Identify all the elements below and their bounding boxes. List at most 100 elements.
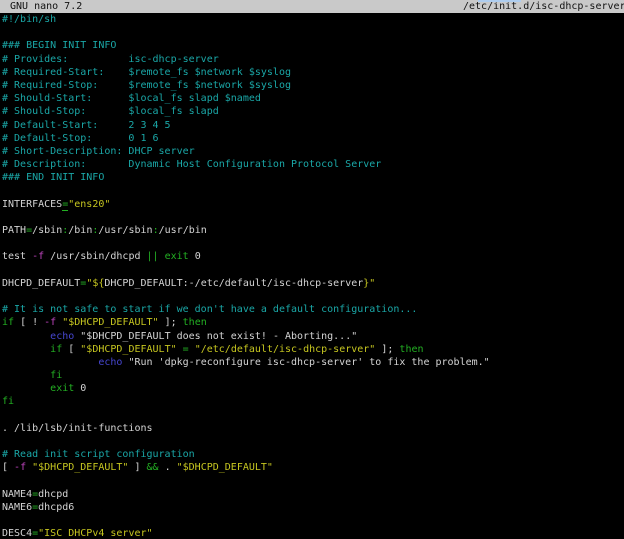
editor-line[interactable]: fi [2,395,624,408]
code-segment: "ens20" [68,199,110,210]
code-segment: fi [50,370,62,381]
code-segment: "$DHCPD_DEFAULT" [80,344,176,355]
editor-line[interactable]: # Should-Start: $local_fs slapd $named [2,92,624,105]
code-segment: ### END INIT INFO [2,172,104,183]
code-segment: /bin [68,225,92,236]
code-segment: "${ [86,278,104,289]
code-segment: || [147,251,159,262]
editor-line[interactable]: # Read init script configuration [2,448,624,461]
editor-line[interactable]: fi [2,369,624,382]
code-segment: # It is not safe to start if we don't ha… [2,304,417,315]
code-segment: # Required-Stop: $remote_fs $network $sy… [2,80,291,91]
code-segment: "Run 'dpkg-reconfigure isc-dhcp-server' … [122,357,489,368]
code-segment: "$DHCPD_DEFAULT" [32,462,128,473]
editor-line[interactable]: INTERFACES="ens20" [2,198,624,211]
code-segment: fi [2,396,14,407]
editor-line[interactable] [2,475,624,488]
code-segment: INTERFACES [2,199,62,210]
editor-line[interactable]: [ -f "$DHCPD_DEFAULT" ] && . "$DHCPD_DEF… [2,461,624,474]
editor-line[interactable]: ### BEGIN INIT INFO [2,39,624,52]
code-segment: /usr/bin [159,225,207,236]
editor-area[interactable]: #!/bin/sh ### BEGIN INIT INFO # Provides: … [0,13,624,539]
code-segment: -f [44,317,56,328]
code-segment: DESC4 [2,528,32,539]
editor-line[interactable]: # Required-Stop: $remote_fs $network $sy… [2,79,624,92]
code-segment: "ISC DHCPv4 server" [38,528,152,539]
code-segment: 0 [74,383,86,394]
code-segment: exit [165,251,189,262]
code-segment: # Required-Start: $remote_fs $network $s… [2,67,291,78]
code-segment: ]; [375,344,399,355]
nano-terminal: GNU nano 7.2 /etc/init.d/isc-dhcp-server… [0,0,624,539]
editor-line[interactable] [2,514,624,527]
editor-line[interactable]: # Should-Stop: $local_fs slapd [2,105,624,118]
editor-line[interactable] [2,237,624,250]
nano-version-label: GNU nano 7.2 [10,0,82,13]
code-segment: echo [98,357,122,368]
editor-line[interactable]: DHCPD_DEFAULT="${DHCPD_DEFAULT:-/etc/def… [2,277,624,290]
code-segment: # Provides: isc-dhcp-server [2,54,219,65]
code-segment: "/etc/default/isc-dhcp-server" [195,344,376,355]
editor-line[interactable]: echo "$DHCPD_DEFAULT does not exist! - A… [2,330,624,343]
code-segment: /usr/sbin [98,225,152,236]
editor-line[interactable]: # Default-Stop: 0 1 6 [2,132,624,145]
code-segment: /sbin [32,225,62,236]
code-segment: # Short-Description: DHCP server [2,146,195,157]
code-segment: exit [50,383,74,394]
code-segment: [ [2,462,14,473]
editor-line[interactable] [2,409,624,422]
editor-line[interactable]: if [ "$DHCPD_DEFAULT" = "/etc/default/is… [2,343,624,356]
editor-line[interactable] [2,264,624,277]
code-segment: test [2,251,32,262]
editor-line[interactable]: # Short-Description: DHCP server [2,145,624,158]
code-segment: /usr/sbin/dhcpd [44,251,146,262]
code-segment: NAME4 [2,489,32,500]
code-segment: ] [128,462,146,473]
code-segment: # Read init script configuration [2,449,195,460]
editor-line[interactable]: NAME4=dhcpd [2,488,624,501]
code-segment [2,383,50,394]
editor-line[interactable]: . /lib/lsb/init-functions [2,422,624,435]
editor-line[interactable]: ### END INIT INFO [2,171,624,184]
code-segment: # Default-Start: 2 3 4 5 [2,120,171,131]
editor-line[interactable] [2,26,624,39]
code-segment: # Description: Dynamic Host Configuratio… [2,159,381,170]
editor-line[interactable]: PATH=/sbin:/bin:/usr/sbin:/usr/bin [2,224,624,237]
code-segment: # Default-Stop: 0 1 6 [2,133,159,144]
code-segment: [ [62,344,80,355]
code-segment: -f [32,251,44,262]
editor-line[interactable] [2,290,624,303]
editor-line[interactable]: DESC4="ISC DHCPv4 server" [2,527,624,539]
code-segment: ### BEGIN INIT INFO [2,40,116,51]
editor-line[interactable]: # Default-Start: 2 3 4 5 [2,119,624,132]
code-segment: "$DHCPD_DEFAULT does not exist! - Aborti… [74,331,357,342]
code-segment: then [399,344,423,355]
code-segment: [ ! [14,317,44,328]
code-segment: DHCPD_DEFAULT [2,278,80,289]
code-segment: -f [14,462,26,473]
code-segment: #!/bin/sh [2,14,56,25]
code-segment [2,331,50,342]
code-segment: ]; [159,317,183,328]
editor-line[interactable]: # It is not safe to start if we don't ha… [2,303,624,316]
editor-line[interactable]: NAME6=dhcpd6 [2,501,624,514]
editor-line[interactable]: echo "Run 'dpkg-reconfigure isc-dhcp-ser… [2,356,624,369]
code-segment: DHCPD_DEFAULT:-/etc/default/isc-dhcp-ser… [104,278,363,289]
code-segment [2,357,98,368]
editor-line[interactable]: #!/bin/sh [2,13,624,26]
code-segment: echo [50,331,74,342]
editor-line[interactable]: test -f /usr/sbin/dhcpd || exit 0 [2,250,624,263]
code-segment [2,344,50,355]
code-segment [2,370,50,381]
editor-line[interactable]: exit 0 [2,382,624,395]
code-segment: if [50,344,62,355]
highlight-artifact [478,0,521,2]
editor-line[interactable] [2,211,624,224]
editor-line[interactable]: if [ ! -f "$DHCPD_DEFAULT" ]; then [2,316,624,329]
editor-line[interactable]: # Required-Start: $remote_fs $network $s… [2,66,624,79]
code-segment: PATH [2,225,26,236]
editor-line[interactable]: # Provides: isc-dhcp-server [2,53,624,66]
editor-line[interactable] [2,435,624,448]
editor-line[interactable]: # Description: Dynamic Host Configuratio… [2,158,624,171]
editor-line[interactable] [2,184,624,197]
